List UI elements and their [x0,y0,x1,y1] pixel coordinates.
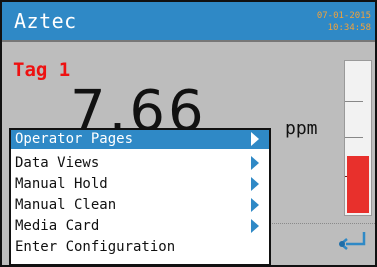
level-bar-fill [347,156,369,213]
chevron-right-icon [251,156,259,170]
menu-item-manual-hold[interactable]: Manual Hold [11,174,269,195]
app-title: Aztec [14,9,77,33]
chevron-right-icon [251,177,259,191]
level-bar-tick [345,101,363,102]
chevron-right-icon [251,219,259,233]
menu-item-label: Media Card [15,218,100,234]
enter-key-icon[interactable] [335,228,369,254]
analyzer-screen: Aztec 07-01-2015 10:34:58 Tag 1 7.66 ppm… [0,0,377,267]
menu-item-label: Data Views [15,155,100,171]
tag-label: Tag 1 [13,59,71,81]
menu-item-label: Manual Hold [15,176,108,192]
menu-item-media-card[interactable]: Media Card [11,216,269,237]
level-bar [344,60,372,216]
title-bar: Aztec 07-01-2015 10:34:58 [2,2,375,42]
clock-time: 10:34:58 [327,23,371,33]
menu-item-manual-clean[interactable]: Manual Clean [11,195,269,216]
chevron-right-icon [251,198,259,212]
measurement-unit: ppm [285,118,318,139]
menu-item-label: Operator Pages [15,131,134,147]
divider [270,223,375,224]
menu-item-enter-configuration[interactable]: Enter Configuration [11,237,269,258]
menu-item-label: Manual Clean [15,197,117,213]
menu-item-operator-pages[interactable]: Operator Pages [11,130,269,149]
level-bar-tick [345,137,363,138]
clock-date: 07-01-2015 [316,11,371,21]
chevron-right-icon [251,132,259,146]
clock: 07-01-2015 10:34:58 [317,10,371,34]
context-menu: Operator Pages Data Views Manual Hold Ma… [9,128,271,265]
menu-item-label: Enter Configuration [15,239,176,255]
menu-item-data-views[interactable]: Data Views [11,153,269,174]
